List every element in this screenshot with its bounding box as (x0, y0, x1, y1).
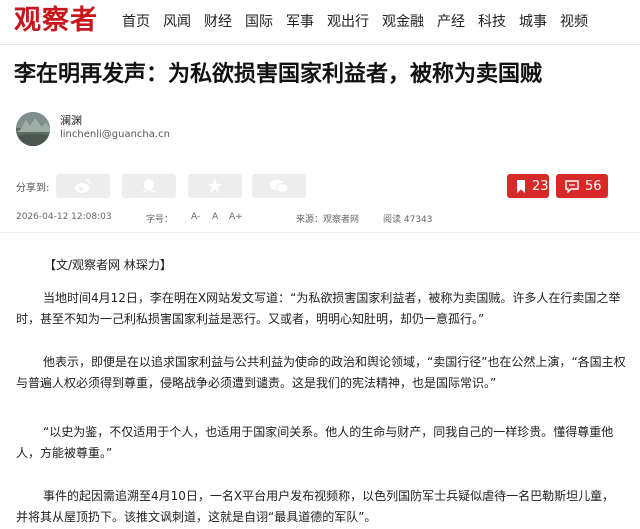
article-title: 李在明再发声：为私欲损害国家利益者，被称为卖国贼 (14, 62, 543, 87)
nav-item-home[interactable]: 首页 (122, 13, 150, 31)
share-label: 分享到: (16, 183, 50, 194)
comment-count-button[interactable]: 56 (556, 174, 608, 198)
comment-count: 56 (585, 178, 602, 194)
author-avatar[interactable] (16, 112, 50, 146)
avatar-image (16, 112, 50, 146)
nav-item-fintech[interactable]: 观金融 (382, 13, 424, 31)
nav-item-travel[interactable]: 观出行 (327, 13, 369, 31)
meta-divider (0, 232, 640, 233)
article-paragraph: 事件的起因需追溯至4月10日，一名X平台用户发布视频称，以色列国防军士兵疑似虐待… (16, 489, 615, 524)
bookmark-count: 23 (532, 178, 549, 194)
site-logo[interactable]: 观察者 (14, 5, 98, 37)
nav-item-military[interactable]: 军事 (286, 13, 314, 31)
bookmark-icon (516, 179, 526, 193)
nav-item-tech[interactable]: 科技 (478, 13, 506, 31)
author-email: linchenli@guancha.cn (60, 129, 170, 140)
nav-item-finance[interactable]: 财经 (204, 13, 232, 31)
comment-icon (565, 179, 579, 193)
nav-item-video[interactable]: 视频 (560, 13, 588, 31)
font-size-label: 字号： (146, 215, 174, 225)
font-size-smaller[interactable]: A- (191, 212, 200, 222)
share-wechat-button[interactable] (252, 174, 306, 198)
byline: 【文/观察者网 林琛力】 (44, 258, 172, 272)
article-paragraph: 他表示，即便是在以追求国家利益与公共利益为使命的政治和舆论领域，“卖国行径”也在… (16, 355, 626, 390)
bookmark-count-button[interactable]: 23 (507, 174, 549, 198)
qq-icon (142, 179, 156, 193)
header-divider (0, 44, 640, 45)
nav-item-city[interactable]: 城事 (519, 13, 547, 31)
qzone-star-icon (208, 179, 222, 193)
article-paragraph: “以史为鉴，不仅适用于个人，也适用于国家间关系。他人的生命与财产，同我自己的一样… (16, 425, 614, 460)
weibo-icon (75, 179, 91, 193)
nav-item-international[interactable]: 国际 (245, 13, 273, 31)
font-size-normal[interactable]: A (212, 212, 218, 222)
article-paragraph: 当地时间4月12日，李在明在X网站发文写道：“为私欲损害国家利益者，被称为卖国贼… (16, 291, 621, 326)
nav-item-industry[interactable]: 产经 (437, 13, 465, 31)
main-nav: 首页 风闻 财经 国际 军事 观出行 观金融 产经 科技 城事 视频 (122, 13, 601, 31)
read-count: 阅读 47343 (383, 215, 433, 225)
share-qq-button[interactable] (122, 174, 176, 198)
share-qzone-button[interactable] (188, 174, 242, 198)
wechat-icon (270, 179, 289, 193)
share-weibo-button[interactable] (56, 174, 110, 198)
article-source: 来源：观察者网 (296, 215, 360, 225)
author-name[interactable]: 澜渊 (60, 112, 82, 128)
top-navigation-bar: 观察者 首页 风闻 财经 国际 军事 观出行 观金融 产经 科技 城事 视频 (0, 0, 640, 44)
nav-item-fengwen[interactable]: 风闻 (163, 13, 191, 31)
publish-date: 2026-04-12 12:08:03 (16, 212, 112, 222)
font-size-larger[interactable]: A+ (229, 212, 243, 222)
